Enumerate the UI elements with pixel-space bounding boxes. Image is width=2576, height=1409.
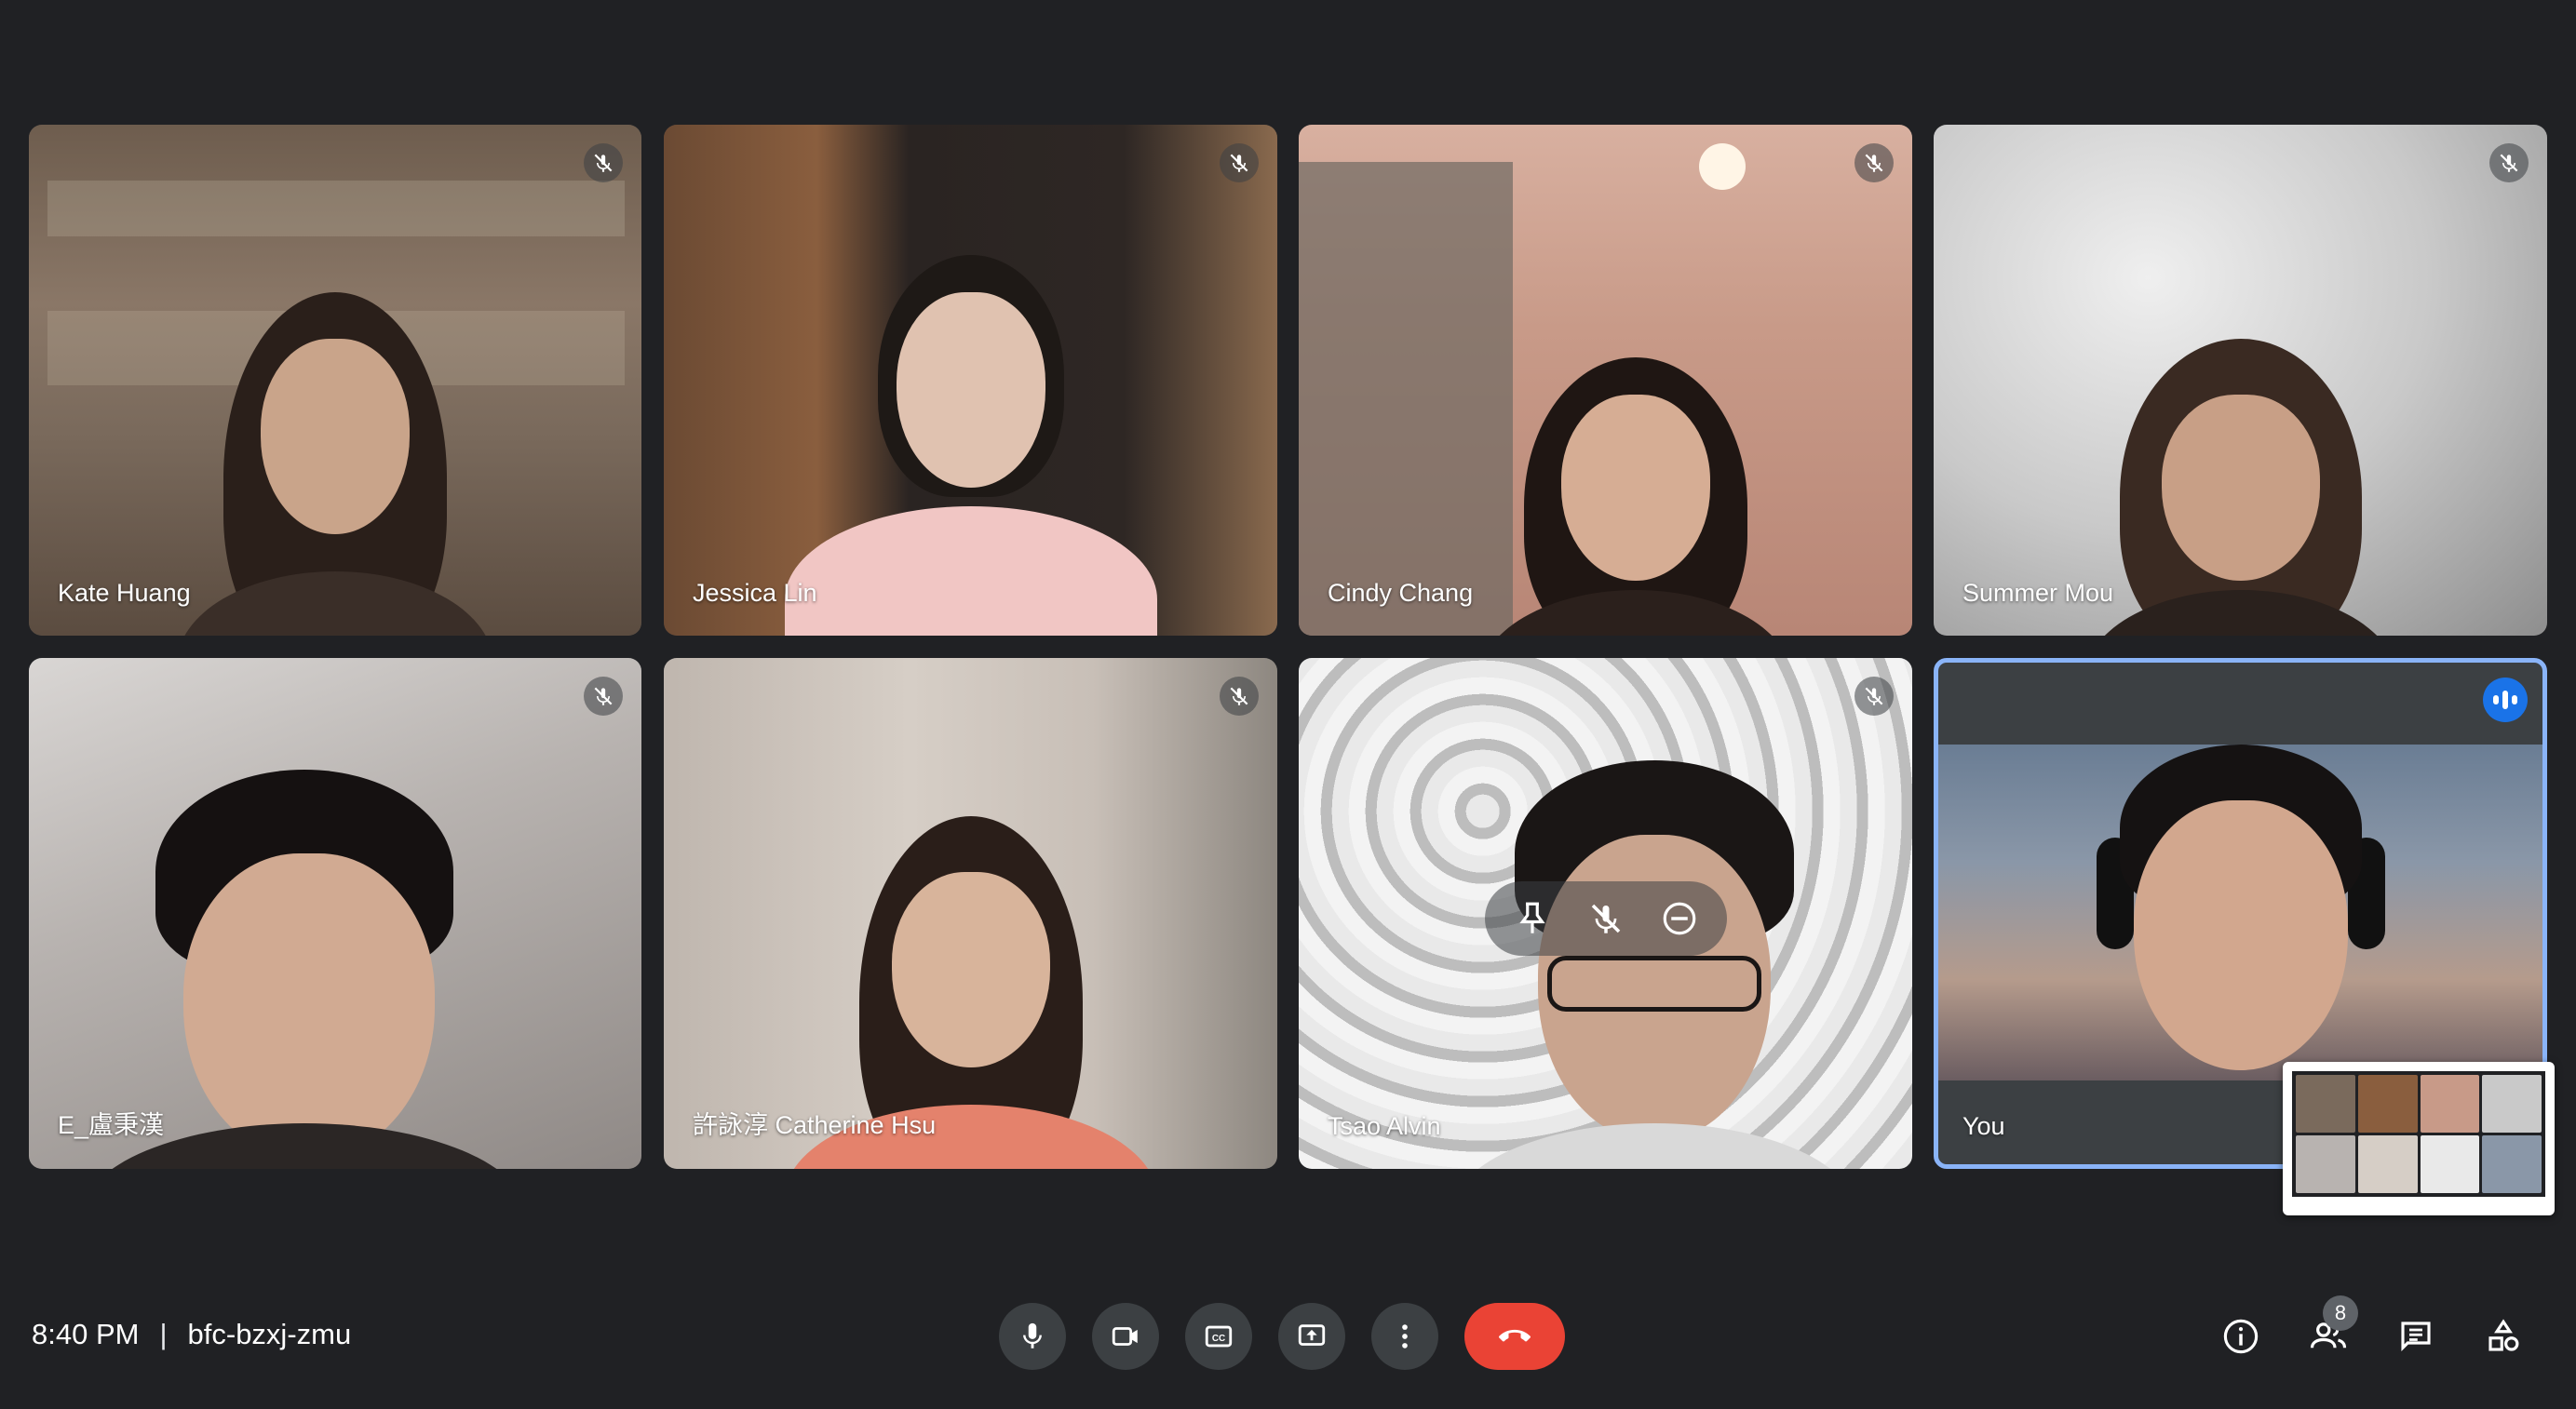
thumbnail-tile	[2420, 1075, 2480, 1133]
participant-name: Tsao Alvin	[1328, 1112, 1441, 1140]
meeting-code: bfc-bzxj-zmu	[187, 1318, 352, 1350]
thumbnail-tile	[2420, 1135, 2480, 1193]
mic-off-icon	[1854, 677, 1894, 716]
chat-icon	[2401, 1322, 2431, 1352]
participant-tile-cindy-chang[interactable]: Cindy Chang	[1299, 125, 1912, 636]
leave-call-button[interactable]	[1464, 1303, 1565, 1370]
svg-text:CC: CC	[1212, 1334, 1225, 1344]
video-feed	[664, 658, 1277, 1169]
captions-button[interactable]: CC	[1185, 1303, 1252, 1370]
call-end-icon	[1499, 1329, 1531, 1342]
mic-off-icon	[584, 677, 623, 716]
mic-off-icon	[1854, 143, 1894, 182]
audio-level-icon	[2483, 678, 2528, 722]
video-feed	[664, 125, 1277, 636]
video-feed	[1934, 125, 2547, 636]
thumbnail-tile	[2482, 1075, 2542, 1133]
meet-stage: Kate Huang Jessica Lin Cindy Chang Summe…	[0, 0, 2576, 1409]
participant-name: Kate Huang	[58, 579, 191, 607]
participant-name: Cindy Chang	[1328, 579, 1474, 607]
thumbnail-tile	[2296, 1075, 2355, 1133]
participant-name: E_盧秉漢	[58, 1111, 165, 1139]
videocam-icon	[1112, 1327, 1138, 1346]
meeting-preview-thumbnail[interactable]	[2283, 1062, 2555, 1215]
participant-count-badge: 8	[2323, 1295, 2358, 1331]
more-vert-icon	[1402, 1324, 1408, 1349]
thumbnail-tile	[2357, 1135, 2418, 1193]
participant-name: 許詠淳 Catherine Hsu	[693, 1111, 937, 1139]
people-button[interactable]: 8	[2295, 1295, 2362, 1370]
mic-off-icon	[1220, 143, 1259, 182]
remove-circle-icon[interactable]	[1660, 899, 1699, 938]
mic-off-icon	[1220, 677, 1259, 716]
mic-off-icon	[584, 143, 623, 182]
present-screen-icon	[1298, 1324, 1326, 1346]
video-feed	[1938, 745, 2542, 1080]
participant-name: Jessica Lin	[693, 579, 817, 607]
participant-tile-kate-huang[interactable]: Kate Huang	[29, 125, 641, 636]
participant-tile-catherine-hsu[interactable]: 許詠淳 Catherine Hsu	[664, 658, 1277, 1169]
camera-button[interactable]	[1092, 1303, 1159, 1370]
video-feed	[29, 658, 641, 1169]
present-button[interactable]	[1278, 1303, 1345, 1370]
participant-tile-jessica-lin[interactable]: Jessica Lin	[664, 125, 1277, 636]
side-panel-tools: 8	[2207, 1295, 2537, 1370]
participant-tile-e-lu[interactable]: E_盧秉漢	[29, 658, 641, 1169]
info-icon	[2223, 1319, 2259, 1354]
separator: |	[159, 1318, 168, 1350]
video-feed	[29, 125, 641, 636]
meeting-info: 8:40 PM | bfc-bzxj-zmu	[32, 1318, 351, 1351]
participant-name: You	[1962, 1112, 2005, 1140]
tile-hover-controls	[1485, 881, 1727, 956]
chat-button[interactable]	[2382, 1303, 2449, 1370]
participant-tile-summer-mou[interactable]: Summer Mou	[1934, 125, 2547, 636]
mute-participant-icon[interactable]	[1586, 899, 1625, 938]
call-controls: CC	[999, 1303, 1565, 1370]
pin-icon[interactable]	[1513, 899, 1552, 938]
mic-off-icon	[2489, 143, 2529, 182]
meeting-details-button[interactable]	[2207, 1303, 2274, 1370]
thumbnail-tile	[2482, 1135, 2542, 1193]
thumbnail-tile	[2357, 1075, 2418, 1133]
participant-tile-tsao-alvin[interactable]: Tsao Alvin	[1299, 658, 1912, 1169]
more-options-button[interactable]	[1371, 1303, 1438, 1370]
microphone-button[interactable]	[999, 1303, 1066, 1370]
mic-icon	[1023, 1322, 1042, 1349]
closed-caption-icon: CC	[1205, 1325, 1233, 1348]
participant-name: Summer Mou	[1962, 579, 2114, 607]
shapes-icon	[2488, 1319, 2519, 1351]
video-feed	[1299, 125, 1912, 636]
activities-button[interactable]	[2470, 1303, 2537, 1370]
clock: 8:40 PM	[32, 1318, 140, 1350]
thumbnail-tile	[2296, 1135, 2355, 1193]
